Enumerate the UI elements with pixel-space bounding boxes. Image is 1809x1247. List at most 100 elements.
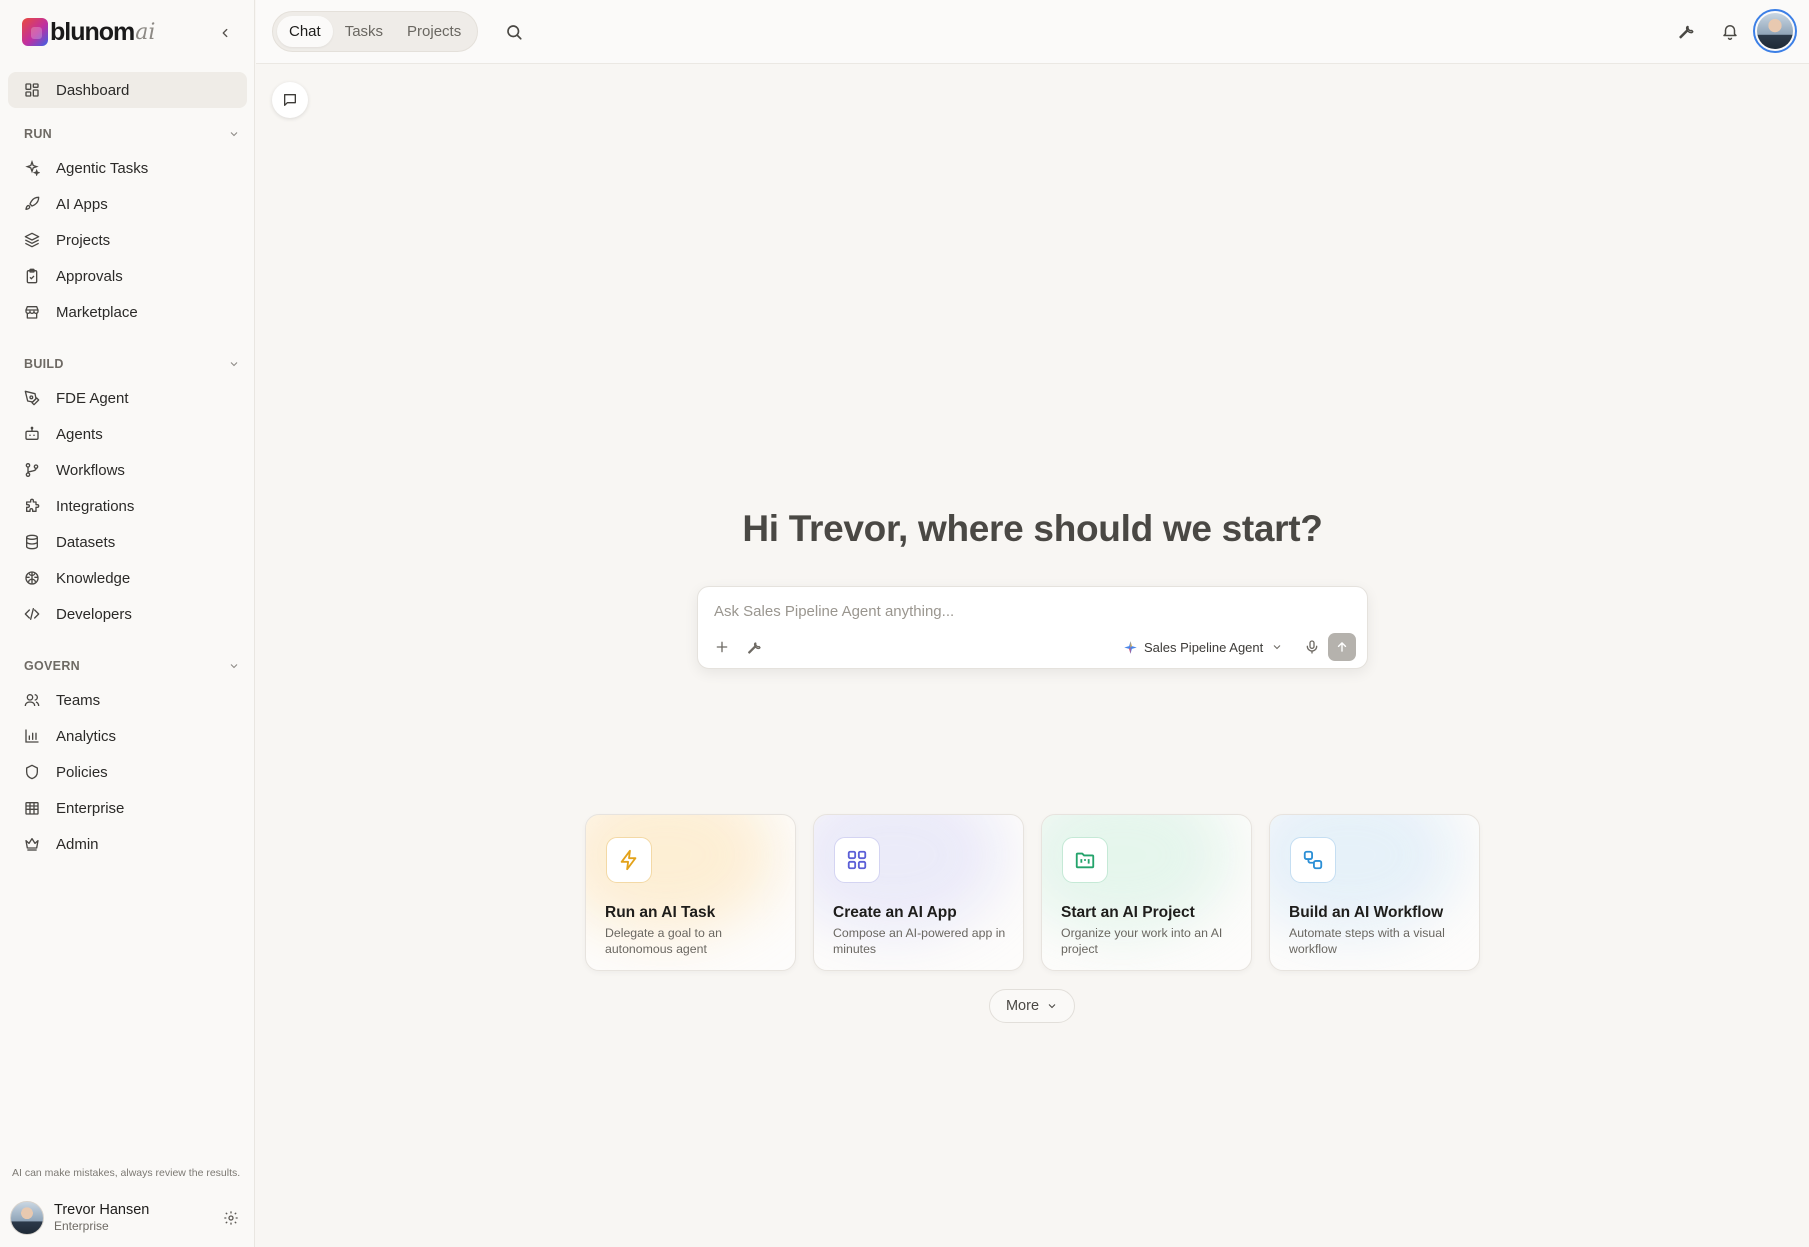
card-create-ai-app[interactable]: Create an AI App Compose an AI-powered a…: [813, 814, 1024, 971]
collapse-sidebar-button[interactable]: [214, 22, 236, 44]
sidebar-item-agents[interactable]: Agents: [8, 416, 247, 452]
bell-icon[interactable]: [1721, 22, 1739, 40]
sparkle-icon: [25, 160, 40, 176]
tab-chat[interactable]: Chat: [277, 16, 333, 47]
workflow-icon: [1303, 850, 1323, 870]
user-plan: Enterprise: [54, 1219, 109, 1233]
sidebar-item-fde-agent[interactable]: FDE Agent: [8, 380, 247, 416]
ai-disclaimer: AI can make mistakes, always review the …: [12, 1167, 241, 1179]
sidebar-item-admin[interactable]: Admin: [8, 826, 247, 862]
search-icon[interactable]: [505, 23, 523, 41]
sidebar-item-projects[interactable]: Projects: [8, 222, 247, 258]
card-description: Compose an AI-powered app in minutes: [833, 926, 1006, 956]
brand-name: blunom: [50, 17, 135, 46]
sidebar-item-label: Agentic Tasks: [56, 159, 149, 177]
tab-projects[interactable]: Projects: [395, 16, 473, 47]
quick-start-cards: Run an AI Task Delegate a goal to an aut…: [585, 814, 1480, 971]
sidebar-item-label: Integrations: [56, 497, 135, 515]
card-description: Delegate a goal to an autonomous agent: [605, 926, 722, 956]
send-button[interactable]: [1328, 633, 1356, 661]
sidebar-item-label: Knowledge: [56, 569, 131, 587]
sidebar-item-knowledge[interactable]: Knowledge: [8, 560, 247, 596]
microphone-icon[interactable]: [1304, 639, 1320, 655]
account-avatar-button[interactable]: [1753, 9, 1797, 53]
sidebar-item-label: Admin: [56, 835, 99, 853]
section-title: GOVERN: [24, 659, 80, 673]
clipboard-check-icon: [26, 268, 38, 284]
agent-name: Sales Pipeline Agent: [1144, 639, 1264, 655]
tab-tasks[interactable]: Tasks: [333, 16, 395, 47]
sidebar-item-datasets[interactable]: Datasets: [8, 524, 247, 560]
sidebar-item-label: Datasets: [56, 533, 116, 551]
brain-icon: [25, 571, 39, 585]
section-header-govern[interactable]: GOVERN: [24, 656, 240, 676]
sidebar-item-enterprise[interactable]: Enterprise: [8, 790, 247, 826]
folder-kanban-icon: [1075, 852, 1095, 869]
store-icon: [25, 306, 39, 319]
sidebar-item-developers[interactable]: Developers: [8, 596, 247, 632]
avatar: [1757, 13, 1793, 49]
chevron-left-icon: [222, 28, 228, 38]
chevron-down-icon: [230, 664, 238, 669]
bar-chart-icon: [25, 729, 39, 743]
sidebar-item-agentic-tasks[interactable]: Agentic Tasks: [8, 150, 247, 186]
sidebar-item-label: Approvals: [56, 267, 123, 285]
puzzle-icon: [26, 498, 40, 512]
sidebar-item-integrations[interactable]: Integrations: [8, 488, 247, 524]
chat-history-button[interactable]: [272, 82, 308, 118]
card-run-ai-task[interactable]: Run an AI Task Delegate a goal to an aut…: [585, 814, 796, 971]
card-description: Automate steps with a visual workflow: [1289, 926, 1445, 956]
wrench-icon[interactable]: [1677, 22, 1695, 40]
bot-icon: [25, 426, 39, 440]
sidebar-item-label: Policies: [56, 763, 108, 781]
sidebar-item-marketplace[interactable]: Marketplace: [8, 294, 247, 330]
user-profile[interactable]: Trevor Hansen Enterprise: [10, 1198, 245, 1238]
sidebar-item-teams[interactable]: Teams: [8, 682, 247, 718]
card-title: Build an AI Workflow: [1289, 904, 1444, 921]
logo-mark-icon: [22, 18, 48, 46]
crown-icon: [25, 838, 39, 851]
chevron-down-icon: [1048, 1004, 1056, 1009]
sidebar-item-label: Workflows: [56, 461, 125, 479]
layers-icon: [24, 232, 40, 248]
card-start-ai-project[interactable]: Start an AI Project Organize your work i…: [1041, 814, 1252, 971]
section-title: RUN: [24, 127, 52, 141]
sidebar-item-label: Developers: [56, 605, 132, 623]
sidebar-item-workflows[interactable]: Workflows: [8, 452, 247, 488]
chat-input[interactable]: [714, 599, 1334, 623]
plus-icon[interactable]: [714, 639, 730, 655]
sidebar-item-label: FDE Agent: [56, 389, 129, 407]
card-build-ai-workflow[interactable]: Build an AI Workflow Automate steps with…: [1269, 814, 1480, 971]
database-icon: [26, 534, 38, 550]
sparkle-icon: [1124, 640, 1137, 654]
agent-selector[interactable]: Sales Pipeline Agent: [1123, 634, 1283, 660]
chevron-down-icon: [230, 132, 238, 137]
gear-icon[interactable]: [223, 1210, 239, 1226]
code-icon: [24, 608, 40, 620]
brand-logo[interactable]: blunom ai: [22, 16, 155, 48]
chevron-down-icon: [230, 362, 238, 367]
card-title: Run an AI Task: [605, 904, 716, 921]
card-icon: [1290, 837, 1336, 883]
section-header-run[interactable]: RUN: [24, 124, 240, 144]
card-title: Create an AI App: [833, 904, 957, 921]
git-branch-icon: [25, 463, 39, 477]
section-header-build[interactable]: BUILD: [24, 354, 240, 374]
sidebar-item-label: Teams: [56, 691, 101, 709]
sidebar-item-label: Marketplace: [56, 303, 138, 321]
more-button[interactable]: More: [989, 989, 1075, 1023]
rocket-icon: [25, 196, 40, 210]
card-title: Start an AI Project: [1061, 904, 1195, 921]
wrench-icon[interactable]: [746, 639, 762, 655]
building-icon: [25, 802, 39, 815]
more-label: More: [1005, 998, 1040, 1014]
sidebar-item-dashboard[interactable]: Dashboard: [8, 72, 247, 108]
sidebar-item-approvals[interactable]: Approvals: [8, 258, 247, 294]
sidebar-item-ai-apps[interactable]: AI Apps: [8, 186, 247, 222]
sidebar-item-analytics[interactable]: Analytics: [8, 718, 247, 754]
sidebar-item-policies[interactable]: Policies: [8, 754, 247, 790]
sidebar-item-label: Projects: [56, 231, 111, 249]
sidebar: blunom ai Dashboard RUN Agentic Tasks AI …: [0, 0, 255, 1247]
page-title: Hi Trevor, where should we start?: [742, 508, 1323, 549]
card-icon: [606, 837, 652, 883]
